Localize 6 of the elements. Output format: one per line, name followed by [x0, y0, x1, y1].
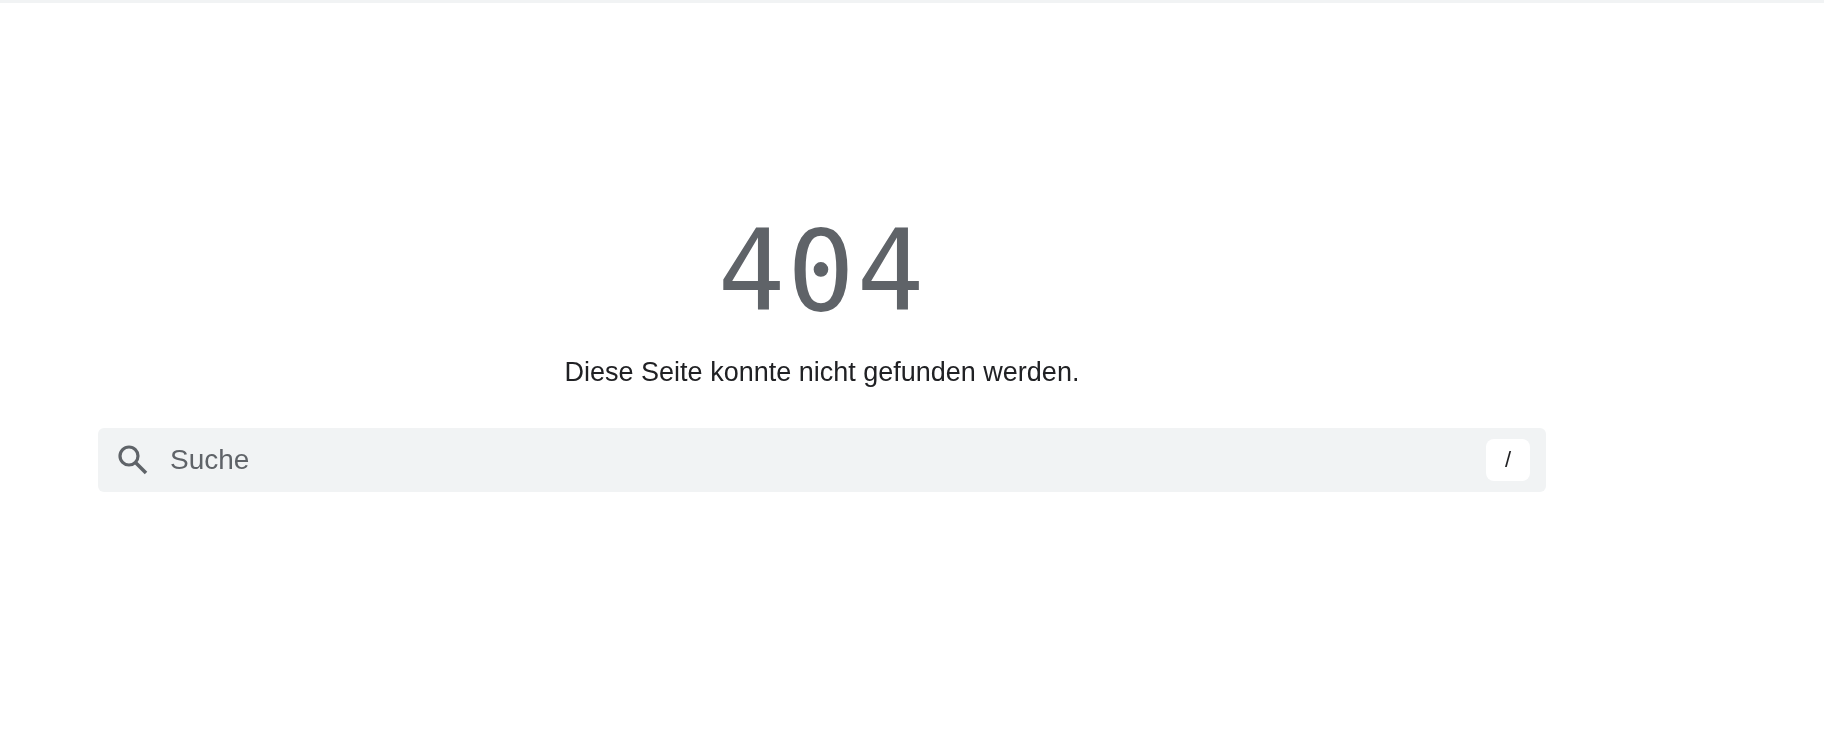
search-icon: [116, 443, 150, 477]
error-message: Diese Seite konnte nicht gefunden werden.: [564, 357, 1080, 388]
search-bar[interactable]: Suche /: [98, 428, 1546, 492]
shortcut-key: /: [1486, 439, 1530, 481]
error-code: 404: [717, 215, 927, 327]
search-field[interactable]: Suche: [168, 443, 1486, 477]
